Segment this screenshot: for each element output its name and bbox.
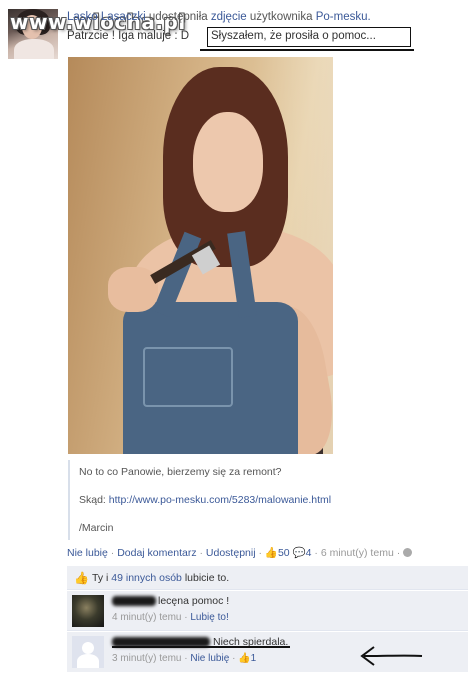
commenter-name-redacted [112, 596, 156, 606]
owner-prefix: użytkownika [249, 11, 313, 23]
comment-bubble-icon[interactable]: 💬 [293, 547, 306, 559]
comment-text: lecęna pomoc ! [158, 595, 230, 607]
attachment-caption: No to co Panowie, bierzemy się za remont… [79, 466, 282, 478]
commenter-avatar[interactable] [72, 595, 104, 627]
comment-timestamp[interactable]: 4 minut(y) temu [112, 612, 181, 623]
comment-unlike-link[interactable]: Nie lubię [190, 653, 229, 664]
comment-timestamp[interactable]: 3 minut(y) temu [112, 653, 181, 664]
owner-link[interactable]: Po-mesku. [316, 11, 371, 23]
thumbs-up-icon[interactable]: 👍 [238, 653, 250, 664]
comment-like-link[interactable]: Lubię to! [190, 612, 228, 623]
commenter-avatar-default[interactable] [72, 636, 104, 668]
comment-item: lecęna pomoc ! 4 minut(y) temu · Lubię t… [67, 591, 468, 631]
photo-face [193, 112, 263, 212]
share-link[interactable]: Udostępnij [206, 547, 256, 559]
post-timestamp[interactable]: 6 minut(y) temu [321, 547, 394, 559]
comment-likes-count[interactable]: 1 [251, 653, 257, 664]
status-highlight-box: Słyszałem, że prosiła o pomoc... [207, 27, 411, 47]
others-who-like-link[interactable]: 49 innych osób [111, 572, 182, 584]
thumbs-up-icon[interactable]: 👍 [265, 547, 278, 559]
avatar-body [14, 39, 54, 59]
silhouette-body [77, 654, 99, 668]
status-text: Patrzcie ! Iga maluje : D [67, 30, 190, 42]
add-comment-link[interactable]: Dodaj komentarz [117, 547, 196, 559]
likes-suffix: lubicie to. [184, 572, 230, 584]
thumbs-up-icon: 👍 [74, 571, 89, 585]
likes-summary: 👍 Ty i 49 innych osób lubicie to. [67, 566, 468, 590]
attachment-description: No to co Panowie, bierzemy się za remont… [68, 460, 368, 540]
source-url-link[interactable]: http://www.po-mesku.com/5283/malowanie.h… [109, 494, 331, 506]
likes-summary-text: Ty i 49 innych osób lubicie to. [92, 572, 229, 584]
photo-overalls-pocket [143, 347, 233, 407]
likes-count[interactable]: 50 [278, 547, 290, 559]
silhouette-head [82, 642, 94, 654]
arrow-left-icon [360, 646, 423, 666]
shared-photo[interactable] [68, 57, 333, 454]
source-label: Skąd: [79, 494, 106, 506]
share-verb: udostępniła [148, 11, 208, 23]
attachment-source: Skąd: http://www.po-mesku.com/5283/malow… [79, 494, 331, 506]
author-link[interactable]: Lasko Lasaczki [67, 11, 146, 23]
highlight-underline [200, 49, 414, 51]
comment-underline-mark [112, 646, 290, 648]
comments-count[interactable]: 4 [306, 547, 312, 559]
post-header: Lasko Lasaczki udostępniła zdjęcie użytk… [67, 11, 371, 23]
post-actions: Nie lubię · Dodaj komentarz · Udostępnij… [67, 546, 413, 559]
globe-icon [403, 548, 413, 557]
likes-prefix: Ty i [92, 572, 109, 584]
comment-meta: 3 minut(y) temu · Nie lubię · 👍1 [112, 653, 256, 664]
unlike-link[interactable]: Nie lubię [67, 547, 108, 559]
comment-meta: 4 minut(y) temu · Lubię to! [112, 612, 229, 623]
photo-link[interactable]: zdjęcie [211, 11, 247, 23]
attachment-signature: /Marcin [79, 522, 114, 534]
